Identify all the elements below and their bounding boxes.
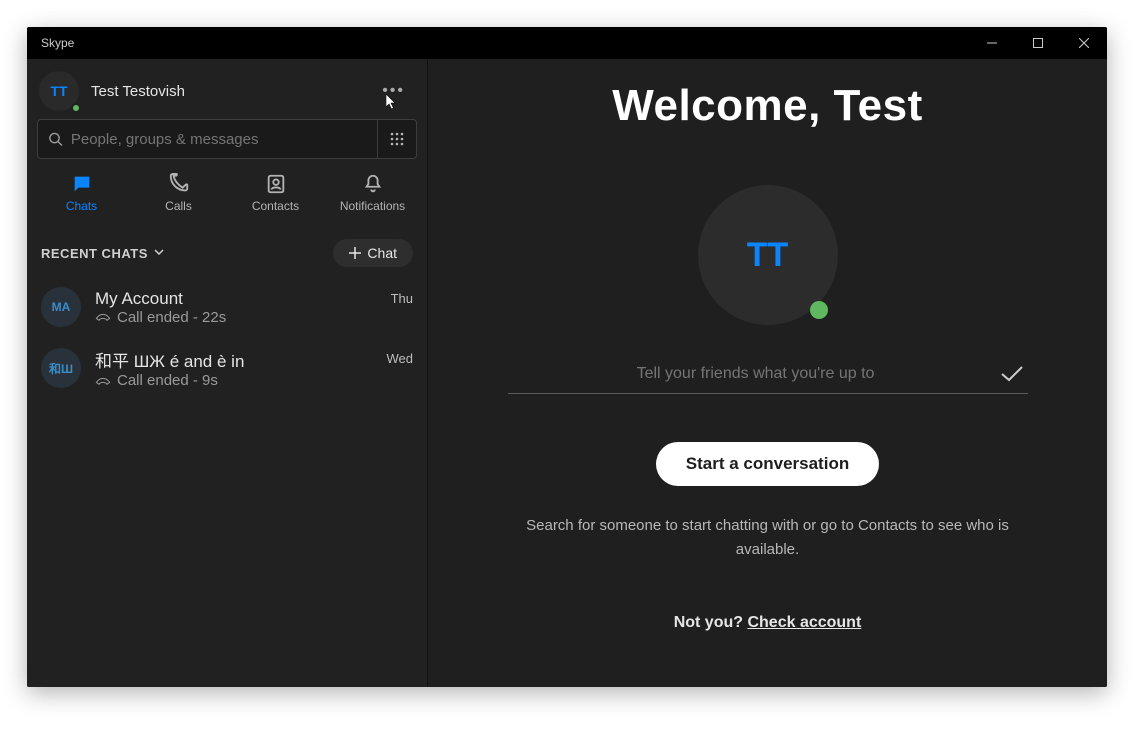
tab-contacts[interactable]: Contacts bbox=[236, 173, 316, 213]
dialpad-icon bbox=[390, 132, 404, 146]
chat-avatar: MA bbox=[41, 287, 81, 327]
not-you-row: Not you? Check account bbox=[674, 614, 862, 632]
tab-calls[interactable]: Calls bbox=[139, 173, 219, 213]
main-avatar-initials: TT bbox=[747, 236, 789, 275]
call-ended-icon bbox=[95, 376, 111, 386]
close-button[interactable] bbox=[1061, 27, 1107, 59]
dialpad-button[interactable] bbox=[377, 119, 417, 159]
more-button[interactable]: ••• bbox=[372, 76, 415, 106]
call-ended-icon bbox=[95, 312, 111, 322]
new-chat-label: Chat bbox=[367, 245, 397, 261]
main-presence-indicator bbox=[810, 301, 828, 319]
chats-icon bbox=[71, 173, 93, 195]
contacts-icon bbox=[265, 173, 287, 195]
notifications-icon bbox=[362, 173, 384, 195]
profile-row[interactable]: TT Test Testovish ••• bbox=[27, 59, 427, 119]
chat-subtitle: Call ended - 9s bbox=[95, 372, 373, 389]
plus-icon bbox=[349, 247, 361, 259]
start-conversation-label: Start a conversation bbox=[686, 454, 849, 473]
app-window: Skype TT Test Testovish ••• bbox=[27, 27, 1107, 687]
profile-name: Test Testovish bbox=[91, 83, 185, 100]
chat-time: Wed bbox=[387, 351, 414, 366]
sidebar: TT Test Testovish ••• bbox=[27, 59, 427, 687]
search-icon bbox=[48, 131, 63, 147]
chat-avatar: 和Ш bbox=[41, 348, 81, 388]
chat-body: 和平 ШЖ é and è in Call ended - 9s bbox=[95, 347, 373, 389]
not-you-text: Not you? bbox=[674, 614, 748, 631]
tab-notifications-label: Notifications bbox=[340, 199, 405, 213]
titlebar: Skype bbox=[27, 27, 1107, 59]
start-conversation-button[interactable]: Start a conversation bbox=[656, 442, 879, 486]
recent-chats-header: RECENT CHATS Chat bbox=[27, 221, 427, 277]
profile-avatar-initials: TT bbox=[50, 83, 67, 99]
search-row bbox=[27, 119, 427, 159]
search-input[interactable] bbox=[71, 131, 367, 148]
chat-subtitle: Call ended - 22s bbox=[95, 309, 377, 326]
tab-calls-label: Calls bbox=[165, 199, 192, 213]
chevron-down-icon bbox=[154, 249, 164, 257]
chat-time: Thu bbox=[391, 291, 413, 306]
welcome-heading: Welcome, Test bbox=[612, 81, 923, 131]
nav-tabs: Chats Calls Contacts Notifications bbox=[27, 159, 427, 221]
minimize-button[interactable] bbox=[969, 27, 1015, 59]
calls-icon bbox=[168, 173, 190, 195]
tab-chats[interactable]: Chats bbox=[42, 173, 122, 213]
tab-contacts-label: Contacts bbox=[252, 199, 299, 213]
maximize-button[interactable] bbox=[1015, 27, 1061, 59]
new-chat-button[interactable]: Chat bbox=[333, 239, 413, 267]
chat-title: My Account bbox=[95, 289, 377, 309]
content-area: TT Test Testovish ••• bbox=[27, 59, 1107, 687]
search-box[interactable] bbox=[37, 119, 377, 159]
chat-row[interactable]: MA My Account Call ended - 22s Thu bbox=[27, 277, 427, 337]
profile-avatar[interactable]: TT bbox=[39, 71, 79, 111]
check-account-link[interactable]: Check account bbox=[747, 614, 861, 631]
tab-notifications[interactable]: Notifications bbox=[333, 173, 413, 213]
chat-row[interactable]: 和Ш 和平 ШЖ é and è in Call ended - 9s Wed bbox=[27, 337, 427, 399]
status-row[interactable] bbox=[508, 359, 1028, 394]
status-input[interactable] bbox=[512, 365, 1000, 383]
chat-title: 和平 ШЖ é and è in bbox=[95, 347, 373, 372]
titlebar-title: Skype bbox=[41, 36, 74, 50]
recent-chats-title[interactable]: RECENT CHATS bbox=[41, 246, 164, 261]
main-avatar[interactable]: TT bbox=[698, 185, 838, 325]
helper-text: Search for someone to start chatting wit… bbox=[508, 514, 1028, 562]
chat-sub-text: Call ended - 22s bbox=[117, 309, 226, 326]
chat-sub-text: Call ended - 9s bbox=[117, 372, 218, 389]
chat-body: My Account Call ended - 22s bbox=[95, 289, 377, 326]
presence-indicator bbox=[71, 103, 81, 113]
cursor-icon bbox=[386, 94, 398, 110]
tab-chats-label: Chats bbox=[66, 199, 97, 213]
main-panel: Welcome, Test TT Start a conversation Se… bbox=[427, 59, 1107, 687]
recent-chats-label: RECENT CHATS bbox=[41, 246, 148, 261]
check-icon[interactable] bbox=[1000, 365, 1024, 383]
